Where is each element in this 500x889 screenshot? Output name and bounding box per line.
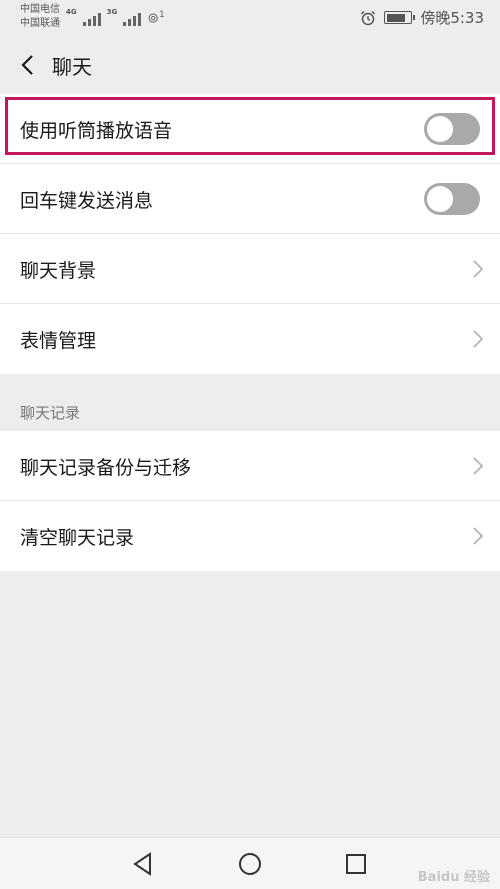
carrier-info: 中国电信 中国联通: [20, 3, 60, 31]
toggle-knob: [427, 116, 453, 142]
setting-row-backup-migrate[interactable]: 聊天记录备份与迁移: [0, 431, 500, 501]
back-triangle-icon[interactable]: [130, 851, 156, 877]
network-type-2: 3G: [106, 8, 118, 16]
setting-row-sticker-management[interactable]: 表情管理: [0, 304, 500, 374]
recents-square-icon[interactable]: [343, 851, 369, 877]
setting-row-enter-send[interactable]: 回车键发送消息: [0, 164, 500, 234]
setting-label: 清空聊天记录: [20, 527, 135, 549]
setting-row-chat-background[interactable]: 聊天背景: [0, 234, 500, 304]
setting-label: 表情管理: [20, 330, 97, 352]
chevron-right-icon: [473, 330, 484, 348]
setting-label: 使用听筒播放语音: [20, 120, 173, 142]
setting-label: 回车键发送消息: [20, 190, 154, 212]
page-title: 聊天: [52, 55, 92, 79]
setting-row-earpiece[interactable]: 使用听筒播放语音: [0, 94, 500, 164]
earpiece-toggle[interactable]: [424, 113, 480, 145]
signal-bars-1-icon: [82, 12, 101, 26]
home-circle-icon[interactable]: [237, 851, 263, 877]
carrier-2: 中国联通: [20, 18, 60, 29]
section-label-chat-history: 聊天记录: [20, 404, 81, 422]
network-type-1: 4G: [66, 8, 77, 16]
chevron-right-icon: [473, 260, 484, 278]
hotspot-count: 1: [158, 10, 165, 20]
setting-label: 聊天背景: [20, 260, 97, 282]
app-header: 聊天: [0, 36, 500, 94]
setting-label: 聊天记录备份与迁移: [20, 457, 192, 479]
settings-group-history: 聊天记录备份与迁移 清空聊天记录: [0, 431, 500, 571]
signal-bars-2-icon: [123, 12, 142, 26]
alarm-icon: [361, 10, 376, 25]
chevron-right-icon: [473, 457, 484, 475]
setting-row-clear-history[interactable]: 清空聊天记录: [0, 501, 500, 571]
system-nav-bar: Baidu 经验: [0, 837, 500, 889]
status-bar: 中国电信 中国联通 4G 3G ⊚1 傍晚5:33: [0, 0, 500, 36]
watermark: Baidu 经验: [417, 870, 490, 885]
signal-indicators: 4G 3G ⊚1: [66, 8, 165, 26]
enter-send-toggle[interactable]: [424, 183, 480, 215]
clock: 傍晚5:33: [420, 9, 484, 27]
hotspot-icon: ⊚1: [147, 10, 165, 27]
toggle-knob: [427, 186, 453, 212]
status-right: 傍晚5:33: [360, 7, 484, 28]
battery-icon: [384, 11, 416, 24]
chevron-left-icon: [21, 55, 33, 75]
chevron-right-icon: [473, 527, 484, 545]
settings-group-chat: 使用听筒播放语音 回车键发送消息 聊天背景 表情管理: [0, 94, 500, 374]
carrier-1: 中国电信: [20, 4, 60, 15]
back-button[interactable]: [12, 50, 42, 80]
